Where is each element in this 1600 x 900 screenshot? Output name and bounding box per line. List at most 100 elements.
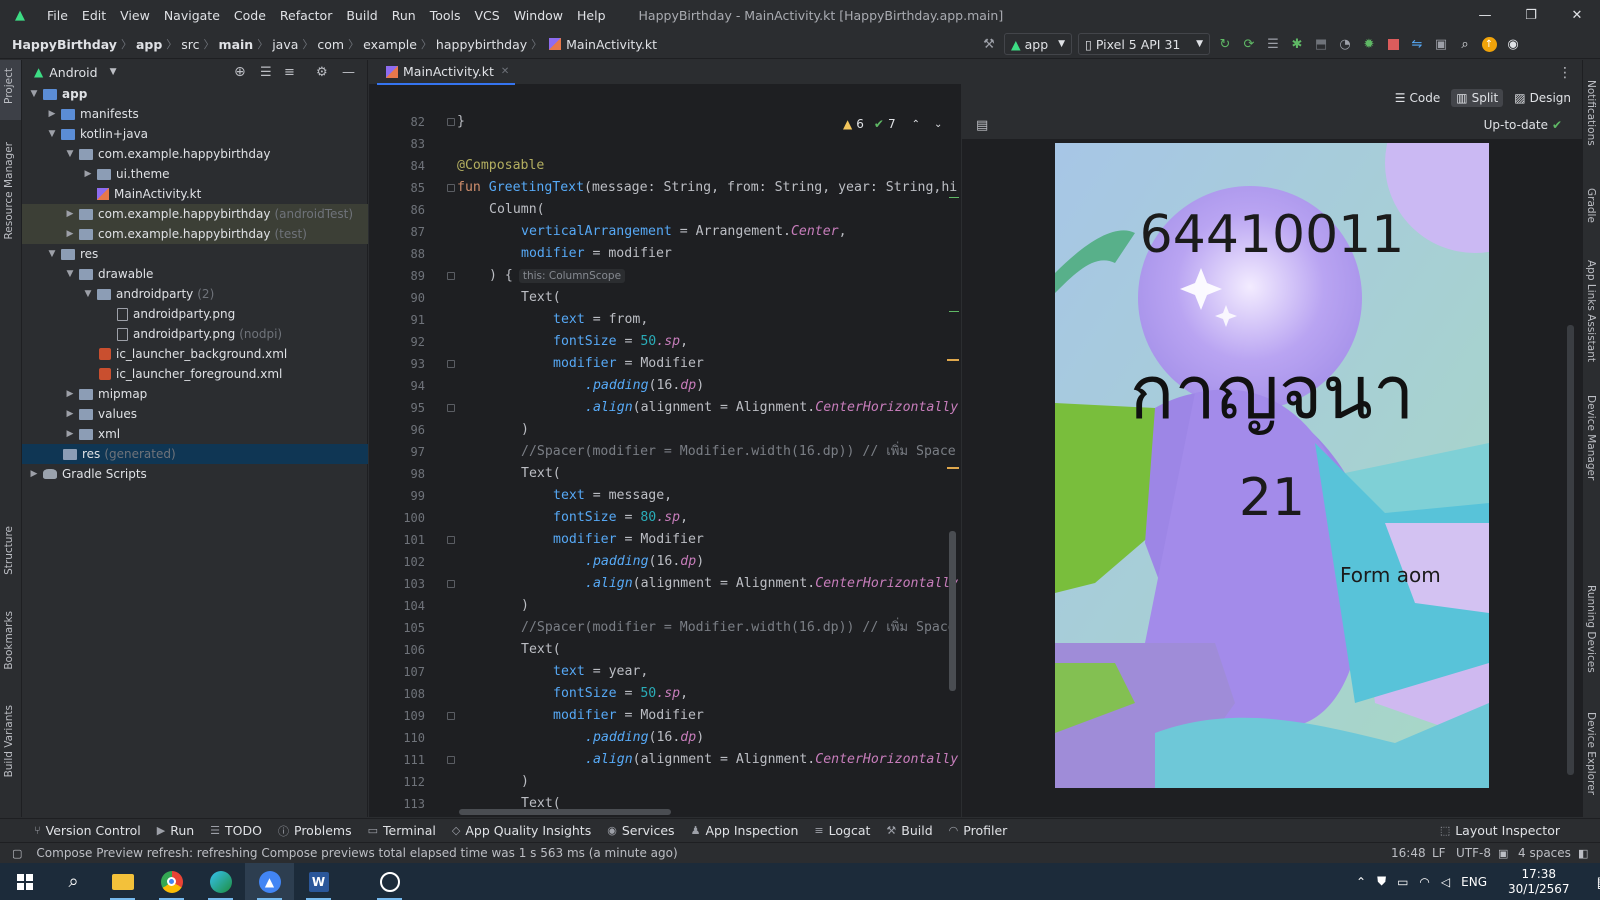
breadcrumb-module[interactable]: app	[136, 37, 162, 52]
chevron-up-icon[interactable]: ⌃	[1356, 875, 1366, 889]
menu-tools[interactable]: Tools	[423, 8, 468, 23]
tree-item-package[interactable]: ▼ com.example.happybirthday	[22, 144, 368, 164]
menu-navigate[interactable]: Navigate	[157, 8, 227, 23]
expand-all-icon[interactable]: ☰	[260, 65, 272, 80]
rerun-icon[interactable]: ↻	[1216, 35, 1234, 53]
chevron-right-icon[interactable]: ▶	[64, 229, 76, 239]
tree-item-manifests[interactable]: ▶ manifests	[22, 104, 368, 124]
vertical-scrollbar[interactable]	[949, 531, 956, 691]
tree-item-xml[interactable]: ▶ xml	[22, 424, 368, 444]
taskbar-edge[interactable]	[196, 863, 245, 900]
chevron-right-icon[interactable]: ▶	[64, 429, 76, 439]
debug-icon[interactable]: ✱	[1288, 35, 1306, 53]
profile-icon[interactable]: ◔	[1336, 35, 1354, 53]
indent-setting[interactable]: 4 spaces	[1518, 846, 1571, 860]
tree-item-png-nodpi[interactable]: androidparty.png (nodpi)	[22, 324, 368, 344]
taskbar-word[interactable]: W	[294, 863, 343, 900]
windows-start-button[interactable]	[0, 863, 49, 900]
menu-view[interactable]: View	[113, 8, 157, 23]
account-icon[interactable]: ◉	[1504, 35, 1522, 53]
chevron-down-icon[interactable]: ▼	[110, 67, 117, 77]
preview-scrollbar[interactable]	[1567, 325, 1574, 775]
tool-app-links[interactable]: App Links Assistant	[1585, 260, 1597, 362]
code-area[interactable]: 82 83 84 85 86 87 88 89 90 91 92 93 94 9…	[369, 111, 961, 817]
device-manager-icon[interactable]: ▣	[1432, 35, 1450, 53]
tool-notifications[interactable]: Notifications	[1585, 80, 1597, 146]
run-config-dropdown[interactable]: ▲ app ▼	[1004, 33, 1072, 55]
breadcrumb-src[interactable]: src	[181, 37, 199, 52]
fold-marker[interactable]	[447, 184, 455, 192]
chevron-right-icon[interactable]: ▶	[46, 109, 58, 119]
project-view-mode[interactable]: Android	[49, 65, 97, 80]
memory-indicator-icon[interactable]: ◧	[1578, 847, 1588, 860]
breadcrumb-package[interactable]: happybirthday	[436, 37, 527, 52]
tree-item-androidparty[interactable]: ▼ androidparty (2)	[22, 284, 368, 304]
clock[interactable]: 17:38 30/1/2567	[1508, 867, 1570, 897]
wifi-icon[interactable]: ◠	[1419, 875, 1429, 889]
horizontal-scrollbar[interactable]	[459, 809, 671, 815]
more-options-icon[interactable]: ⋮	[1558, 65, 1572, 81]
tool-resource-manager[interactable]: Resource Manager	[3, 142, 15, 240]
stop-icon[interactable]	[1384, 35, 1402, 53]
menu-code[interactable]: Code	[227, 8, 273, 23]
tool-app-inspection[interactable]: ♟ App Inspection	[691, 823, 799, 838]
update-icon[interactable]: ↑	[1480, 35, 1498, 53]
tool-logcat[interactable]: ≡ Logcat	[814, 823, 870, 838]
chevron-down-icon[interactable]: ▼	[64, 149, 76, 159]
attach-debugger-icon[interactable]: ⬒	[1312, 35, 1330, 53]
sync-gradle-icon[interactable]: ⇋	[1408, 35, 1426, 53]
coverage-icon[interactable]: ☰	[1264, 35, 1282, 53]
tab-mainactivity[interactable]: MainActivity.kt ✕	[377, 60, 516, 85]
tool-running-devices[interactable]: Running Devices	[1585, 585, 1597, 673]
tool-profiler[interactable]: ◠ Profiler	[949, 823, 1008, 838]
code-mode-button[interactable]: ☰ Code	[1390, 89, 1446, 107]
menu-refactor[interactable]: Refactor	[273, 8, 339, 23]
line-separator[interactable]: LF	[1432, 846, 1446, 860]
volume-icon[interactable]: ◁	[1441, 875, 1450, 889]
chevron-right-icon[interactable]: ▶	[82, 169, 94, 179]
tool-bookmarks[interactable]: Bookmarks	[3, 611, 15, 670]
chevron-right-icon[interactable]: ▶	[64, 389, 76, 399]
chevron-right-icon[interactable]: ▶	[28, 469, 40, 479]
file-encoding[interactable]: UTF-8	[1456, 846, 1491, 860]
tree-item-mainactivity[interactable]: MainActivity.kt	[22, 184, 368, 204]
tree-item-res-generated[interactable]: res (generated)	[22, 444, 368, 464]
tool-project[interactable]: Project	[3, 68, 15, 104]
tree-item-png[interactable]: androidparty.png	[22, 304, 368, 324]
menu-file[interactable]: File	[40, 8, 75, 23]
menu-run[interactable]: Run	[385, 8, 423, 23]
fold-marker[interactable]	[447, 536, 455, 544]
tool-build[interactable]: ⚒ Build	[886, 823, 932, 838]
maximize-button[interactable]: ❐	[1508, 0, 1554, 30]
tool-version-control[interactable]: ⑂ Version Control	[34, 823, 141, 838]
breadcrumb-java[interactable]: java	[272, 37, 298, 52]
chevron-right-icon[interactable]: ▶	[64, 409, 76, 419]
tree-item-kotlin-java[interactable]: ▼ kotlin+java	[22, 124, 368, 144]
tool-device-explorer[interactable]: Device Explorer	[1585, 712, 1597, 795]
tool-layout-inspector[interactable]: ⬚ Layout Inspector	[1440, 823, 1560, 838]
collapse-all-icon[interactable]: ≡	[284, 65, 295, 80]
apply-changes-icon[interactable]: ⟳	[1240, 35, 1258, 53]
tree-item-mipmap[interactable]: ▶ mipmap	[22, 384, 368, 404]
chevron-down-icon[interactable]: ▼	[46, 129, 58, 139]
menu-help[interactable]: Help	[570, 8, 613, 23]
taskbar-android-studio[interactable]: ▲	[245, 863, 294, 900]
preview-layout-icon[interactable]: ▤	[976, 118, 988, 133]
close-button[interactable]: ✕	[1554, 0, 1600, 30]
chevron-down-icon[interactable]: ▼	[28, 89, 40, 99]
status-toggle-icon[interactable]: ▢	[12, 847, 22, 860]
fold-marker[interactable]	[447, 404, 455, 412]
fold-marker[interactable]	[447, 712, 455, 720]
tool-todo[interactable]: ☰ TODO	[210, 823, 262, 838]
locate-file-icon[interactable]: ⊕	[234, 64, 246, 80]
breadcrumb-project[interactable]: HappyBirthday	[12, 37, 117, 52]
tree-item-gradle-scripts[interactable]: ▶ Gradle Scripts	[22, 464, 368, 484]
hammer-icon[interactable]: ⚒	[980, 35, 998, 53]
fold-marker[interactable]	[447, 580, 455, 588]
tool-problems[interactable]: ⓘ Problems	[278, 823, 352, 839]
fold-marker[interactable]	[447, 360, 455, 368]
tree-item-drawable[interactable]: ▼ drawable	[22, 264, 368, 284]
tool-run[interactable]: ▶ Run	[157, 823, 194, 838]
tree-item-test[interactable]: ▶ com.example.happybirthday (test)	[22, 224, 368, 244]
gear-icon[interactable]: ⚙	[316, 65, 328, 80]
